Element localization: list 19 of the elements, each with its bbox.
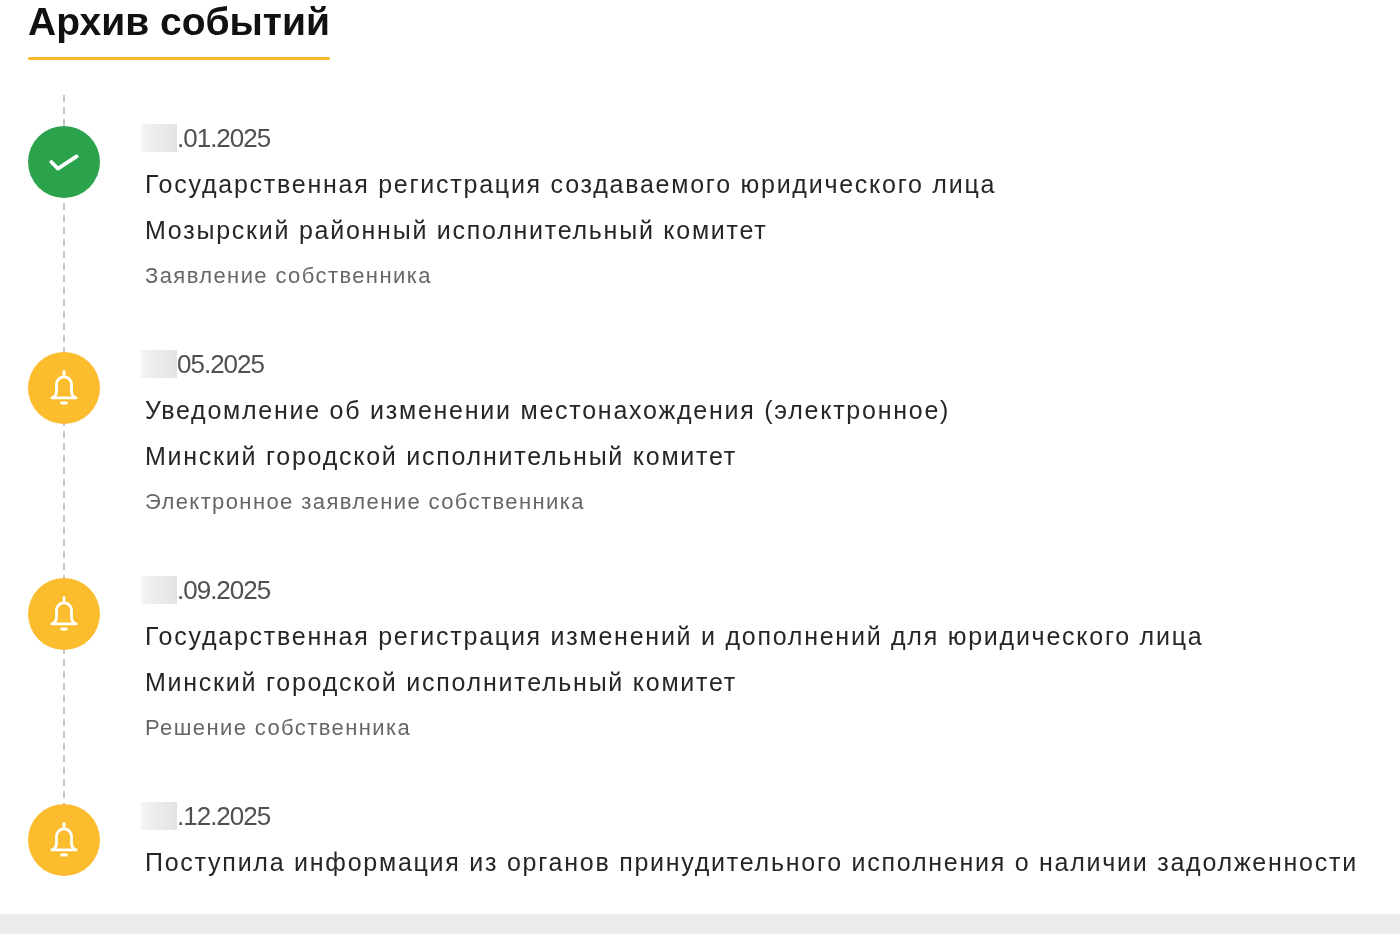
event-title: Государственная регистрация изменений и дополнений для юридического лица <box>145 621 1204 652</box>
blur-patch <box>141 124 177 152</box>
event-authority: Минский городской исполнительный комитет <box>145 667 738 698</box>
blur-patch <box>141 802 177 830</box>
event-title: Государственная регистрация создаваемого юридического лица <box>145 169 997 200</box>
event-basis: Решение собственника <box>145 714 413 742</box>
event-authority: Минский городской исполнительный комитет <box>145 441 738 472</box>
section-title: Архив событий <box>28 2 330 41</box>
event-date: 05.2025 <box>177 349 264 379</box>
event-basis: Электронное заявление собственника <box>145 488 586 516</box>
blur-patch <box>141 576 177 604</box>
event-date: .01.2025 <box>177 123 271 153</box>
event-date: .12.2025 <box>177 801 271 831</box>
event-title: Поступила информация из органов принудительного исполнения о наличии задолженности <box>145 847 1358 878</box>
event-title: Уведомление об изменении местонахождения (электронное) <box>145 395 951 426</box>
event-date: .09.2025 <box>177 575 271 605</box>
event-basis: Заявление собственника <box>145 262 433 290</box>
event-authority: Мозырский районный исполнительный комитет <box>145 215 769 246</box>
blur-patch <box>141 350 177 378</box>
